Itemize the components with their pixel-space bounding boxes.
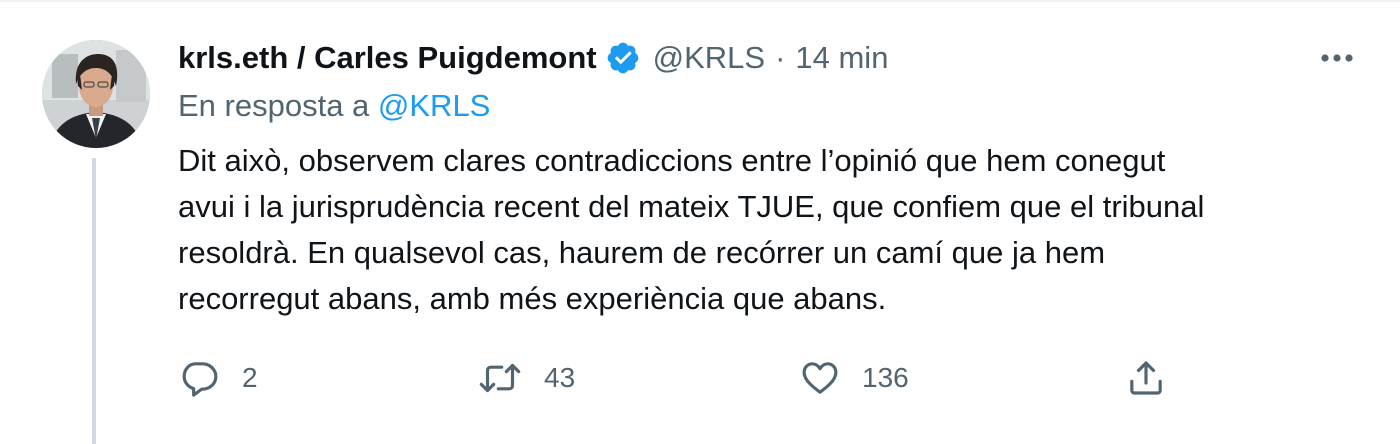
top-divider	[0, 0, 1400, 2]
reply-button[interactable]: 2	[180, 350, 258, 406]
retweet-button[interactable]: 43	[478, 350, 575, 406]
verified-badge-icon	[605, 40, 641, 76]
display-name[interactable]: krls.eth / Carles Puigdemont	[178, 40, 597, 76]
tweet-text-line: resoldrà. En qualsevol cas, haurem de re…	[178, 235, 1106, 270]
reply-icon	[180, 358, 220, 398]
heart-icon	[800, 358, 840, 398]
like-count: 136	[862, 362, 909, 393]
like-button[interactable]: 136	[800, 350, 909, 406]
user-handle[interactable]: @KRLS	[653, 40, 765, 76]
timestamp[interactable]: 14 min	[795, 40, 888, 76]
reply-mention-link[interactable]: @KRLS	[378, 88, 490, 123]
tweet-text-line: Dit això, observem clares contradiccions…	[178, 143, 1166, 178]
avatar-photo	[42, 40, 150, 148]
share-icon	[1126, 358, 1166, 398]
tweet-text-line: avui i la jurisprudència recent del mate…	[178, 189, 1205, 224]
more-icon[interactable]	[1312, 40, 1362, 76]
reply-context: En resposta a @KRLS	[178, 88, 490, 124]
tweet-actions-bar: 2 43 136	[0, 350, 1400, 406]
reply-count: 2	[242, 362, 258, 393]
tweet-text-line: recorregut abans, amb més experiència qu…	[178, 281, 887, 316]
tweet-header: krls.eth / Carles Puigdemont @KRLS · 14 …	[178, 36, 888, 80]
retweet-icon	[478, 358, 522, 398]
retweet-count: 43	[544, 362, 576, 393]
share-button[interactable]	[1126, 350, 1166, 406]
reply-prefix: En resposta a	[178, 88, 378, 123]
avatar[interactable]	[42, 40, 150, 148]
separator-dot: ·	[775, 40, 786, 75]
tweet-text: Dit això, observem clares contradiccions…	[178, 138, 1358, 322]
